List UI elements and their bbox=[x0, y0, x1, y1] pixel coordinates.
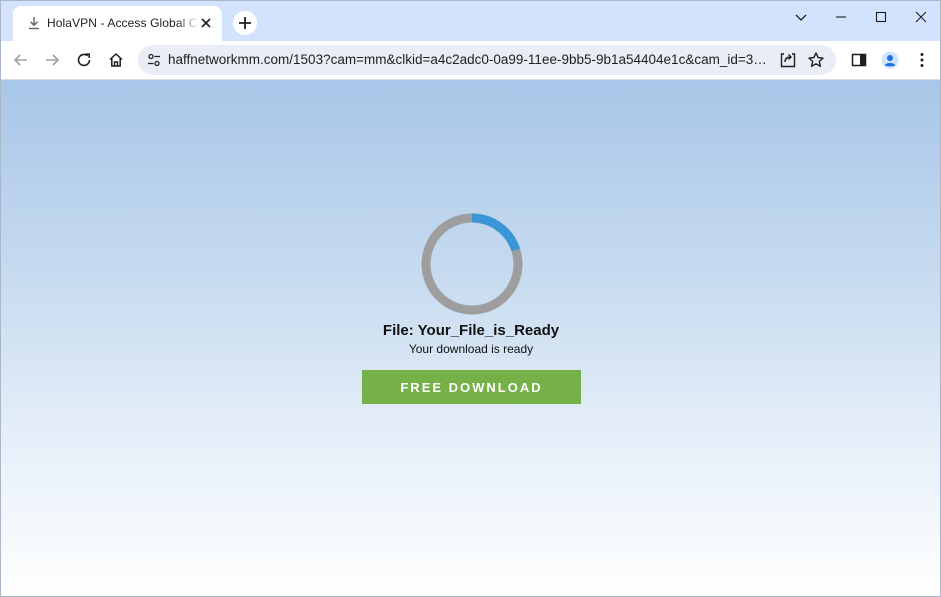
tab-title-fade bbox=[177, 12, 199, 34]
side-panel-icon[interactable] bbox=[850, 51, 868, 69]
url-text[interactable]: haffnetworkmm.com/1503?cam=mm&clkid=a4c2… bbox=[168, 52, 773, 70]
address-bar[interactable]: haffnetworkmm.com/1503?cam=mm&clkid=a4c2… bbox=[138, 45, 836, 75]
download-status-text: Your download is ready bbox=[408, 342, 534, 356]
chevron-down-icon[interactable] bbox=[793, 9, 809, 25]
free-download-button[interactable]: FREE DOWNLOAD bbox=[362, 370, 581, 404]
star-icon[interactable] bbox=[807, 51, 825, 69]
progress-ring bbox=[421, 213, 523, 315]
arrow-left-icon[interactable] bbox=[12, 51, 30, 69]
page-content: File: Your_File_is_Ready Your download i… bbox=[1, 80, 940, 596]
plus-icon bbox=[239, 17, 251, 29]
tab-strip: HolaVPN - Access Global Conte bbox=[1, 1, 940, 41]
minimize-icon[interactable] bbox=[833, 9, 849, 25]
file-title: File: Your_File_is_Ready bbox=[382, 322, 560, 339]
download-icon bbox=[29, 17, 39, 30]
new-tab-button[interactable] bbox=[233, 11, 257, 35]
kebab-menu-icon[interactable] bbox=[913, 51, 931, 69]
reload-icon[interactable] bbox=[75, 51, 93, 69]
maximize-icon[interactable] bbox=[873, 9, 889, 25]
browser-window: HolaVPN - Access Global Conte bbox=[0, 0, 941, 597]
home-icon[interactable] bbox=[107, 51, 125, 69]
arrow-right-icon[interactable] bbox=[43, 51, 61, 69]
tab-active[interactable]: HolaVPN - Access Global Conte bbox=[13, 6, 222, 41]
close-icon[interactable] bbox=[200, 17, 212, 29]
window-close-icon[interactable] bbox=[913, 9, 929, 25]
browser-toolbar: haffnetworkmm.com/1503?cam=mm&clkid=a4c2… bbox=[1, 41, 940, 80]
tune-icon[interactable] bbox=[146, 52, 162, 68]
share-icon[interactable] bbox=[779, 51, 797, 69]
tab-title: HolaVPN - Access Global Conte bbox=[47, 16, 197, 30]
profile-icon[interactable] bbox=[881, 51, 899, 69]
